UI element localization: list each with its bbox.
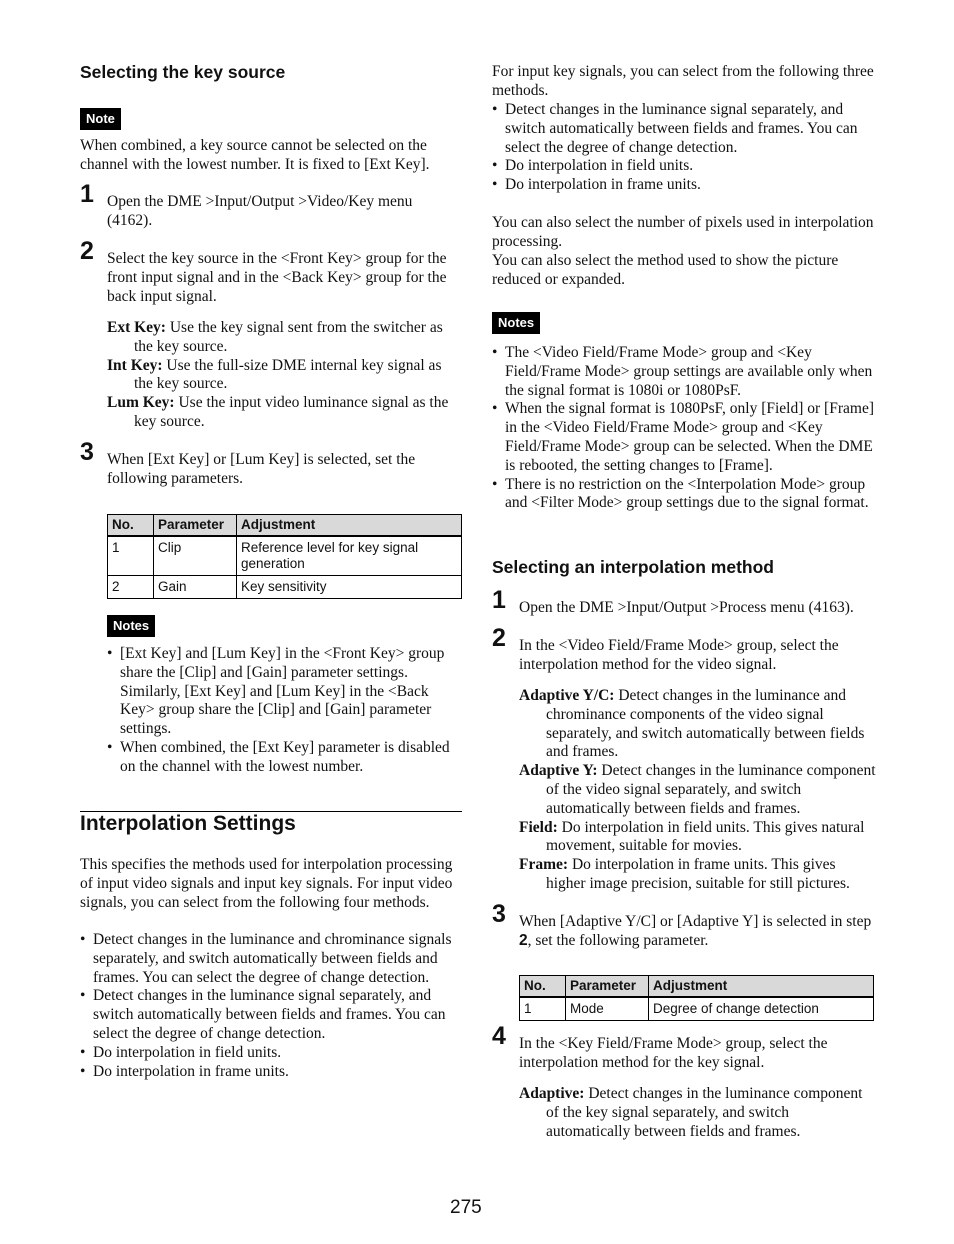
step-text: Select the key source in the <Front Key>… — [107, 250, 447, 305]
desc: Use the full-size DME internal key signa… — [134, 356, 442, 393]
definition-frame: Frame: Do interpolation in frame units. … — [519, 856, 876, 894]
desc: Use the key signal sent from the switche… — [134, 319, 443, 355]
cell-adjustment: Key sensitivity — [236, 575, 462, 599]
definition-adaptive-yc: Adaptive Y/C: Detect changes in the lumi… — [519, 687, 876, 762]
step-text: In the <Video Field/Frame Mode> group, s… — [519, 637, 839, 673]
step-text-part: When [Adaptive Y/C] or [Adaptive Y] is s… — [519, 913, 872, 930]
method-text: You can also select the method used to s… — [492, 252, 839, 288]
list-item: [Ext Key] and [Lum Key] in the <Front Ke… — [107, 645, 462, 739]
list-item: There is no restriction on the <Interpol… — [492, 476, 876, 514]
term: Field: — [519, 818, 558, 836]
list-item: Detect changes in the luminance signal s… — [492, 101, 876, 157]
step-text: In the <Key Field/Frame Mode> group, sel… — [519, 1035, 828, 1071]
format-notes-list: The <Video Field/Frame Mode> group and <… — [492, 344, 876, 513]
list-item: The <Video Field/Frame Mode> group and <… — [492, 344, 876, 400]
heading-selecting-interpolation: Selecting an interpolation method — [492, 557, 774, 577]
cell-parameter: Mode — [565, 996, 649, 1021]
note-badge: Note — [80, 108, 121, 130]
desc: Detect changes in the luminance componen… — [546, 1085, 863, 1140]
step-number: 4 — [492, 1022, 506, 1050]
step-number: 3 — [80, 438, 94, 466]
list-item: Do interpolation in frame units. — [492, 176, 876, 195]
video-mode-definitions: Adaptive Y/C: Detect changes in the lumi… — [519, 687, 876, 894]
cell-adjustment: Reference level for key signal generatio… — [236, 535, 462, 576]
definition-int-key: Int Key: Use the full-size DME internal … — [107, 357, 462, 395]
step-number: 3 — [492, 900, 506, 928]
header-adjustment: Adjustment — [236, 514, 462, 537]
list-item: When combined, the [Ext Key] parameter i… — [107, 739, 462, 777]
cell-no: 1 — [107, 535, 154, 576]
page-number: 275 — [450, 1197, 482, 1218]
header-adjustment: Adjustment — [648, 975, 874, 998]
key-notes-list: [Ext Key] and [Lum Key] in the <Front Ke… — [107, 645, 462, 777]
step-reference: 2 — [519, 931, 528, 949]
desc: Use the input video luminance signal as … — [134, 394, 449, 430]
definition-adaptive: Adaptive: Detect changes in the luminanc… — [519, 1085, 876, 1141]
list-item: Detect changes in the luminance signal s… — [80, 987, 462, 1043]
table-row: 1 Mode Degree of change detection — [519, 996, 874, 1021]
note-text: When combined, a key source cannot be se… — [80, 137, 430, 173]
key-source-definitions: Ext Key: Use the key signal sent from th… — [107, 319, 462, 432]
step-number: 1 — [492, 586, 506, 614]
table-header-row: No. Parameter Adjustment — [519, 975, 874, 998]
step-number: 2 — [80, 237, 94, 265]
table-row: 2 Gain Key sensitivity — [107, 575, 462, 599]
table-header-row: No. Parameter Adjustment — [107, 514, 462, 537]
cell-no: 1 — [519, 996, 566, 1021]
cell-no: 2 — [107, 575, 154, 599]
term: Adaptive Y: — [519, 762, 598, 780]
step-text-part: , set the following parameter. — [527, 931, 709, 949]
section-intro: This specifies the methods used for inte… — [80, 856, 453, 911]
heading-selecting-key-source: Selecting the key source — [80, 62, 286, 82]
pixels-text: You can also select the number of pixels… — [492, 214, 874, 250]
list-item: When the signal format is 1080PsF, only … — [492, 400, 876, 475]
key-parameters-table: No. Parameter Adjustment 1 Clip Referenc… — [107, 514, 462, 599]
definition-lum-key: Lum Key: Use the input video luminance s… — [107, 394, 462, 432]
key-intro: For input key signals, you can select fr… — [492, 63, 874, 99]
term: Lum Key: — [107, 394, 175, 412]
video-methods-list: Detect changes in the luminance and chro… — [80, 931, 462, 1081]
notes-badge: Notes — [492, 312, 541, 334]
desc: Do interpolation in field units. This gi… — [546, 818, 865, 855]
definition-ext-key: Ext Key: Use the key signal sent from th… — [107, 319, 462, 357]
list-item: Do interpolation in field units. — [492, 157, 876, 176]
notes-badge: Notes — [107, 615, 156, 637]
cell-adjustment: Degree of change detection — [648, 996, 874, 1021]
cell-parameter: Clip — [153, 535, 237, 576]
key-mode-definitions: Adaptive: Detect changes in the luminanc… — [519, 1085, 876, 1141]
header-no: No. — [519, 975, 566, 998]
step-text: Open the DME >Input/Output >Process menu… — [519, 599, 854, 616]
step-number: 1 — [80, 180, 94, 208]
step-number: 2 — [492, 624, 506, 652]
term: Int Key: — [107, 356, 163, 374]
desc: Do interpolation in frame units. This gi… — [546, 856, 850, 892]
list-item: Do interpolation in field units. — [80, 1044, 462, 1063]
table-row: 1 Clip Reference level for key signal ge… — [107, 535, 462, 576]
header-parameter: Parameter — [153, 514, 237, 537]
list-item: Do interpolation in frame units. — [80, 1063, 462, 1082]
term: Adaptive Y/C: — [519, 687, 615, 704]
header-no: No. — [107, 514, 154, 537]
step-text: When [Adaptive Y/C] or [Adaptive Y] is s… — [519, 913, 876, 951]
definition-adaptive-y: Adaptive Y: Detect changes in the lumina… — [519, 762, 876, 818]
key-methods-list: Detect changes in the luminance signal s… — [492, 101, 876, 195]
term: Ext Key: — [107, 319, 166, 336]
step-text: Open the DME >Input/Output >Video/Key me… — [107, 193, 413, 229]
list-item: Detect changes in the luminance and chro… — [80, 931, 462, 987]
section-title: Interpolation Settings — [80, 812, 296, 835]
cell-parameter: Gain — [153, 575, 237, 599]
mode-parameters-table: No. Parameter Adjustment 1 Mode Degree o… — [519, 975, 874, 1021]
definition-field: Field: Do interpolation in field units. … — [519, 819, 876, 857]
term: Frame: — [519, 856, 569, 874]
step-text: When [Ext Key] or [Lum Key] is selected,… — [107, 451, 416, 487]
header-parameter: Parameter — [565, 975, 649, 998]
term: Adaptive: — [519, 1085, 585, 1102]
